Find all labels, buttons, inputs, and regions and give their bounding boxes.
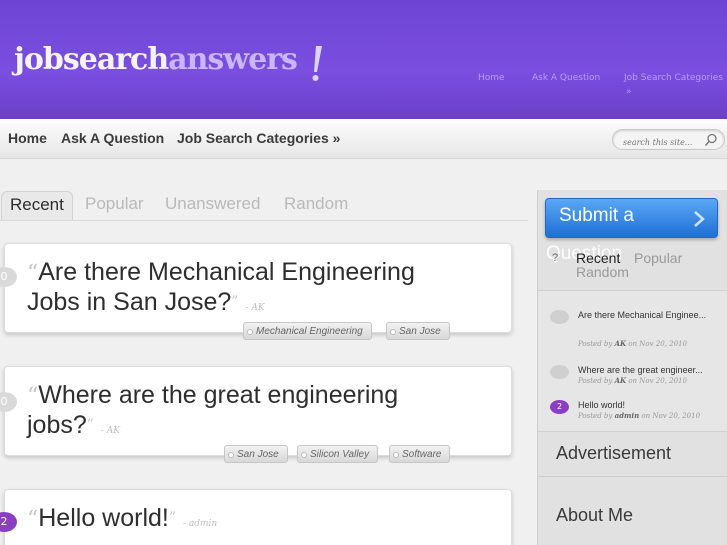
- tab-popular[interactable]: Popular: [77, 191, 152, 221]
- tag-software[interactable]: Software: [389, 445, 451, 463]
- comment-bubble-icon: [550, 310, 569, 324]
- tag-san-jose[interactable]: San Jose: [224, 445, 288, 463]
- open-quote: “: [27, 261, 39, 286]
- widget-title-advertisement: Advertisement: [556, 443, 672, 463]
- submit-question-button[interactable]: Submit a Question: [545, 198, 718, 264]
- recent-item-author[interactable]: admin: [615, 411, 640, 420]
- posted-by-label: Posted by: [578, 377, 613, 385]
- open-quote: “: [27, 384, 39, 409]
- close-quote: ”: [168, 510, 177, 526]
- toplink-more-arrow[interactable]: »: [626, 87, 632, 97]
- question-author: - admin: [182, 519, 218, 529]
- search-input[interactable]: [623, 133, 709, 152]
- tab-divider: [0, 220, 528, 221]
- answer-count-bubble: 0: [0, 392, 17, 412]
- tab-random[interactable]: Random: [276, 191, 356, 221]
- comment-bubble-icon: 2: [550, 400, 569, 414]
- question-title-line1: Are there Mechanical Engineering: [38, 258, 415, 286]
- question-author: - AK: [245, 303, 265, 313]
- recent-item-title[interactable]: Are there Mechanical Enginee...: [578, 308, 718, 323]
- exclamation-mark-icon: [312, 46, 322, 81]
- submit-button-label: Submit a: [559, 205, 634, 226]
- close-quote: ”: [231, 294, 239, 310]
- posted-by-label: Posted by: [578, 340, 613, 348]
- chevron-right-icon: [694, 211, 705, 227]
- question-author: - AK: [100, 426, 121, 436]
- toplink-home[interactable]: Home: [478, 73, 505, 83]
- recent-item-meta: Posted by AK on Nov 20, 2010: [578, 376, 687, 385]
- recent-item-date: on Nov 20, 2010: [641, 412, 701, 420]
- question-card[interactable]: 2 “Hello world!” - admin: [0, 489, 512, 545]
- tag-silicon-valley[interactable]: Silicon Valley: [297, 445, 379, 463]
- recent-item-date: on Nov 20, 2010: [628, 340, 687, 348]
- recent-item-author[interactable]: AK: [615, 339, 627, 348]
- open-quote: “: [27, 507, 39, 532]
- logo-text-jobsearch: jobsearch: [14, 42, 169, 77]
- logo-text-answers: answers: [168, 42, 298, 77]
- posted-by-label: Posted by: [578, 412, 613, 420]
- toplink-ask-a-question[interactable]: Ask A Question: [532, 73, 600, 83]
- answer-count-bubble: 2: [0, 512, 17, 532]
- tab-recent[interactable]: Recent: [1, 191, 73, 221]
- nav-home[interactable]: Home: [8, 130, 47, 146]
- sidebar-tab-popular[interactable]: Popular: [634, 250, 682, 266]
- sidebar-tab-random[interactable]: Random: [576, 264, 629, 280]
- question-title[interactable]: “Hello world!” - admin: [27, 504, 217, 538]
- widget-title-about-me: About Me: [556, 505, 634, 525]
- sidebar-recent-list: Are there Mechanical Enginee... Posted b…: [538, 290, 727, 432]
- question-title-line2: jobs?: [27, 411, 87, 439]
- comment-bubble-icon: [550, 365, 569, 379]
- question-title[interactable]: “Are there Mechanical Engineering Jobs i…: [27, 258, 415, 322]
- tab-unanswered[interactable]: Unanswered: [157, 191, 268, 221]
- question-title-line1: Where are the great engineering: [38, 381, 399, 409]
- recent-item-meta: Posted by admin on Nov 20, 2010: [578, 411, 700, 420]
- search-icon[interactable]: [704, 133, 718, 147]
- toplink-job-search-categories[interactable]: Job Search Categories: [624, 73, 723, 83]
- site-logo[interactable]: jobsearchanswers: [14, 42, 322, 81]
- nav-job-search-categories[interactable]: Job Search Categories »: [177, 130, 340, 146]
- tag-mechanical-engineering[interactable]: Mechanical Engineering: [243, 322, 372, 340]
- site-header: jobsearchanswers Home Ask A Question Job…: [0, 0, 727, 119]
- widget-divider: [538, 476, 727, 477]
- question-title-line1: Hello world!: [38, 504, 169, 532]
- question-title-line2: Jobs in San Jose?: [27, 288, 232, 316]
- close-quote: ”: [86, 417, 94, 433]
- question-title[interactable]: “Where are the great engineering jobs?” …: [27, 381, 398, 445]
- question-card[interactable]: 0 “Where are the great engineering jobs?…: [0, 366, 512, 463]
- tag-san-jose[interactable]: San Jose: [386, 322, 450, 340]
- search-box: [612, 129, 725, 152]
- recent-item-author[interactable]: AK: [615, 376, 627, 385]
- recent-item-date: on Nov 20, 2010: [628, 377, 687, 385]
- question-mark-icon: ?: [552, 252, 559, 264]
- answer-count-bubble: 0: [0, 267, 17, 287]
- recent-item-meta: Posted by AK on Nov 20, 2010: [578, 339, 687, 348]
- nav-ask-a-question[interactable]: Ask A Question: [61, 130, 164, 146]
- question-card[interactable]: 0 “Are there Mechanical Engineering Jobs…: [0, 243, 512, 340]
